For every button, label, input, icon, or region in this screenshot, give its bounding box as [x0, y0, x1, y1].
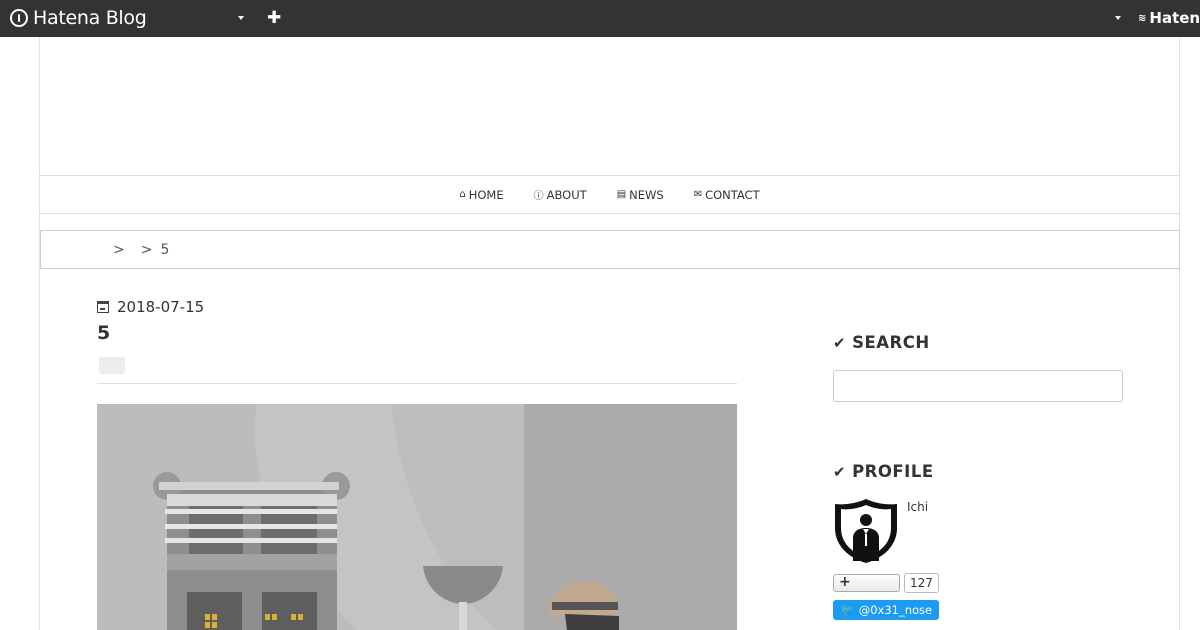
chevron-down-icon[interactable] [1115, 16, 1121, 20]
profile-heading: ✔ PROFILE [833, 462, 934, 481]
twitter-icon: 🐦 [840, 603, 854, 616]
breadcrumb-separator: > [113, 241, 125, 258]
right-brand-text: Hatena [1149, 9, 1200, 27]
article-date: 2018-07-15 [97, 298, 204, 316]
hatena-brand-link[interactable]: ≋ Hatena [1138, 9, 1200, 27]
search-heading: ✔ SEARCH [833, 333, 930, 352]
nav-item-news[interactable]: ▤ NEWS [617, 188, 664, 202]
breadcrumb-separator: > [140, 241, 153, 258]
nav-label: HOME [468, 187, 504, 202]
nav-label: ABOUT [546, 187, 587, 202]
newspaper-icon: ▤ [616, 189, 627, 200]
global-nav: ⌂ HOME ⓘ ABOUT ▤ NEWS ✉ CONTACT [39, 175, 1180, 214]
brand-name: Hatena Blog [33, 7, 147, 29]
chevron-down-icon[interactable] [238, 16, 244, 20]
subscriber-count: 127 [904, 573, 939, 593]
info-icon: ⓘ [533, 191, 544, 202]
profile-heading-text: PROFILE [852, 462, 934, 481]
nav-label: NEWS [629, 187, 664, 202]
home-icon: ⌂ [459, 189, 466, 200]
eyecatch-image [97, 404, 737, 630]
nav-item-about[interactable]: ⓘ ABOUT [533, 187, 587, 203]
search-input[interactable] [833, 370, 1123, 402]
breadcrumb-current: 5 [160, 241, 170, 258]
article-date-text[interactable]: 2018-07-15 [117, 298, 204, 316]
twitter-follow-button[interactable]: 🐦 @0x31_nose [833, 600, 940, 620]
check-icon: ✔ [833, 462, 847, 481]
blog-header-area [39, 37, 1180, 175]
category-tag[interactable] [99, 357, 125, 374]
hatena-blog-logo[interactable]: Hatena Blog [10, 6, 147, 30]
avatar[interactable] [833, 498, 899, 564]
profile-name[interactable]: Ichi [907, 500, 928, 514]
article-title[interactable]: 5 [97, 322, 110, 344]
nav-item-contact[interactable]: ✉ CONTACT [694, 188, 760, 202]
hatena-logo-icon [10, 9, 28, 27]
twitter-handle: @0x31_nose [858, 603, 933, 617]
check-icon: ✔ [833, 333, 847, 352]
detective-illustration [97, 404, 737, 630]
nav-label: CONTACT [705, 187, 760, 202]
subscribe-button[interactable]: + [833, 574, 900, 592]
hatena-global-header: Hatena Blog ✚ ≋ Hatena [0, 0, 1200, 37]
nav-item-home[interactable]: ⌂ HOME [459, 188, 503, 202]
plus-icon: + [839, 574, 851, 590]
envelope-icon: ✉ [693, 189, 703, 200]
breadcrumb: > > 5 [40, 230, 1180, 269]
search-heading-text: SEARCH [852, 333, 930, 352]
divider [97, 383, 737, 384]
hatena-mark-icon: ≋ [1138, 12, 1147, 24]
plus-icon[interactable]: ✚ [267, 8, 281, 28]
calendar-icon [97, 301, 109, 313]
